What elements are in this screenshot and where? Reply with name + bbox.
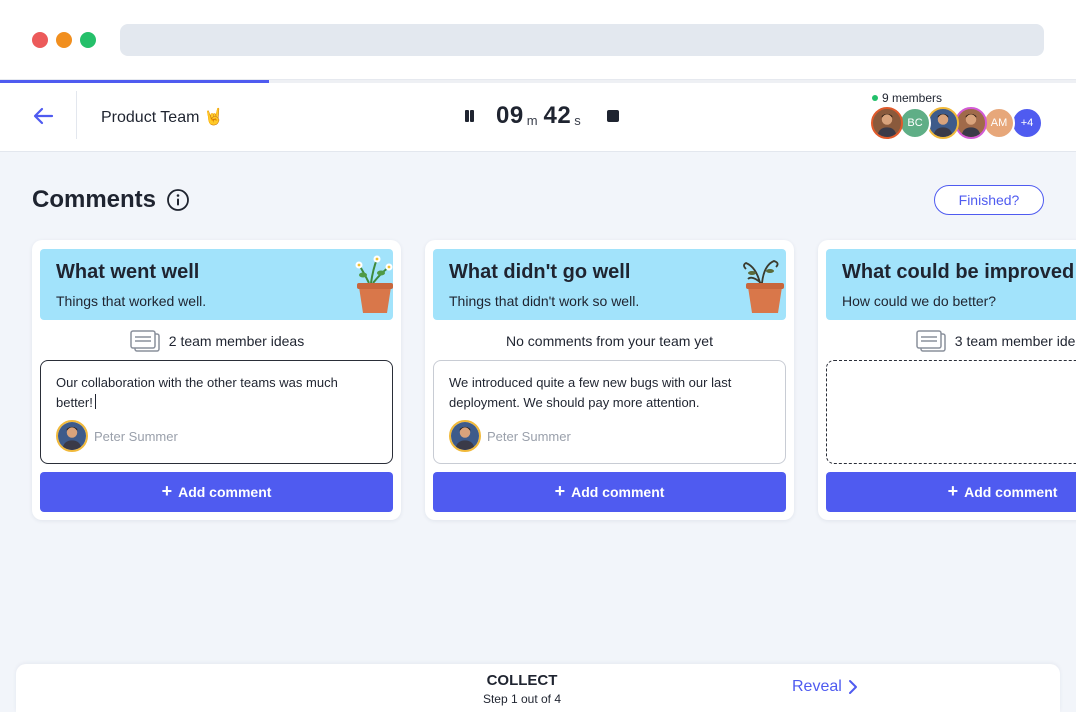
column-title: What went well (56, 261, 200, 283)
column-header: What didn't go well Things that didn't wo… (433, 249, 786, 320)
board-area: Comments Finished? What went well Things … (0, 152, 1076, 664)
plus-icon: + (947, 480, 959, 501)
phase-step: Step 1 out of 4 (482, 692, 562, 706)
comment-text[interactable]: We introduced quite a few new bugs with … (449, 373, 769, 413)
add-comment-label: Add comment (964, 484, 1058, 500)
pause-icon-bar (470, 110, 474, 122)
session-header: Product Team 🤘 09 m 42 s 9 members BC AM +… (0, 83, 1076, 152)
team-ideas-count: No comments from your team yet (425, 328, 794, 354)
plus-icon: + (554, 480, 566, 501)
add-comment-label: Add comment (571, 484, 665, 500)
window-minimize-dot[interactable] (56, 32, 72, 48)
add-comment-button[interactable]: + Add comment (826, 472, 1076, 512)
column-header: What could be improved How could we do be… (826, 249, 1076, 320)
comment-drop-zone[interactable] (826, 360, 1076, 464)
plant-illustration-icon (738, 253, 786, 320)
column-subtitle: Things that worked well. (56, 293, 207, 309)
text-caret (94, 394, 96, 409)
timer-minutes-unit: m (526, 112, 538, 128)
author-avatar (449, 420, 481, 452)
pause-button[interactable] (460, 106, 478, 126)
author-name: Peter Summer (94, 428, 178, 444)
avatar-initials: AM (990, 117, 1008, 129)
comment-author: Peter Summer (449, 420, 571, 452)
header-divider (76, 91, 77, 139)
team-name: Product Team 🤘 (101, 109, 224, 126)
team-ideas-label: 3 team member ideas (954, 333, 1076, 349)
member-avatars[interactable]: BC AM +4 (871, 107, 1043, 139)
comment-text-content: We introduced quite a few new bugs with … (449, 375, 732, 410)
page-title: Comments (32, 186, 157, 213)
author-avatar (56, 420, 88, 452)
comment-text[interactable]: Our collaboration with the other teams w… (56, 373, 376, 413)
comment-text-content: Our collaboration with the other teams w… (56, 375, 338, 410)
ideas-cards-icon (130, 330, 160, 352)
comment-author: Peter Summer (56, 420, 178, 452)
add-comment-button[interactable]: + Add comment (40, 472, 393, 512)
ideas-cards-icon (916, 330, 946, 352)
phase-footer: COLLECT Step 1 out of 4 Reveal (16, 664, 1060, 712)
info-icon[interactable] (166, 188, 190, 212)
avatar-initials: BC (907, 117, 923, 129)
back-button[interactable] (30, 104, 58, 128)
author-name: Peter Summer (487, 428, 571, 444)
pause-icon (465, 110, 469, 122)
member-avatar[interactable] (871, 107, 903, 139)
retro-column: What didn't go well Things that didn't wo… (425, 240, 794, 520)
member-avatar[interactable]: AM (983, 107, 1015, 139)
column-title: What didn't go well (449, 261, 631, 283)
stop-button[interactable] (606, 110, 619, 122)
reveal-button[interactable]: Reveal (792, 678, 858, 696)
comment-card[interactable]: We introduced quite a few new bugs with … (433, 360, 786, 464)
comment-card[interactable]: Our collaboration with the other teams w… (40, 360, 393, 464)
column-subtitle: Things that didn't work so well. (449, 293, 640, 309)
online-indicator (872, 95, 878, 101)
retro-column: What could be improved How could we do be… (818, 240, 1076, 520)
timer-seconds: 42 (543, 102, 572, 129)
column-subtitle: How could we do better? (842, 293, 997, 309)
member-avatar[interactable] (955, 107, 987, 139)
page-title-row: Comments (32, 186, 190, 214)
session-timer: 09 m 42 s (460, 101, 619, 131)
more-members-avatar[interactable]: +4 (1011, 107, 1043, 139)
add-comment-button[interactable]: + Add comment (433, 472, 786, 512)
address-bar[interactable] (120, 24, 1044, 56)
timer-seconds-unit: s (574, 112, 581, 128)
team-ideas-count: 3 team member ideas (818, 328, 1076, 354)
team-ideas-count: 2 team member ideas (32, 328, 401, 354)
plus-icon: + (161, 480, 173, 501)
finished-button[interactable]: Finished? (934, 185, 1044, 215)
timer-minutes: 09 (496, 102, 524, 129)
avatar-initials: +4 (1020, 117, 1034, 129)
member-avatar[interactable]: BC (899, 107, 931, 139)
window-maximize-dot[interactable] (80, 32, 96, 48)
members-count-label: 9 members (882, 91, 943, 105)
arrow-left-icon (33, 107, 54, 125)
column-header: What went well Things that worked well. (40, 249, 393, 320)
chevron-right-icon (848, 680, 857, 694)
team-ideas-label: 2 team member ideas (168, 333, 305, 349)
team-ideas-label: No comments from your team yet (506, 333, 713, 349)
window-close-dot[interactable] (32, 32, 48, 48)
retro-column: What went well Things that worked well. 2 … (32, 240, 401, 520)
reveal-label: Reveal (792, 678, 842, 695)
add-comment-label: Add comment (178, 484, 272, 500)
phase-name: COLLECT (486, 672, 558, 689)
plant-illustration-icon (353, 253, 393, 320)
column-title: What could be improved (842, 261, 1075, 283)
member-avatar[interactable] (927, 107, 959, 139)
browser-chrome (0, 0, 1076, 80)
members-count[interactable]: 9 members (872, 91, 942, 105)
